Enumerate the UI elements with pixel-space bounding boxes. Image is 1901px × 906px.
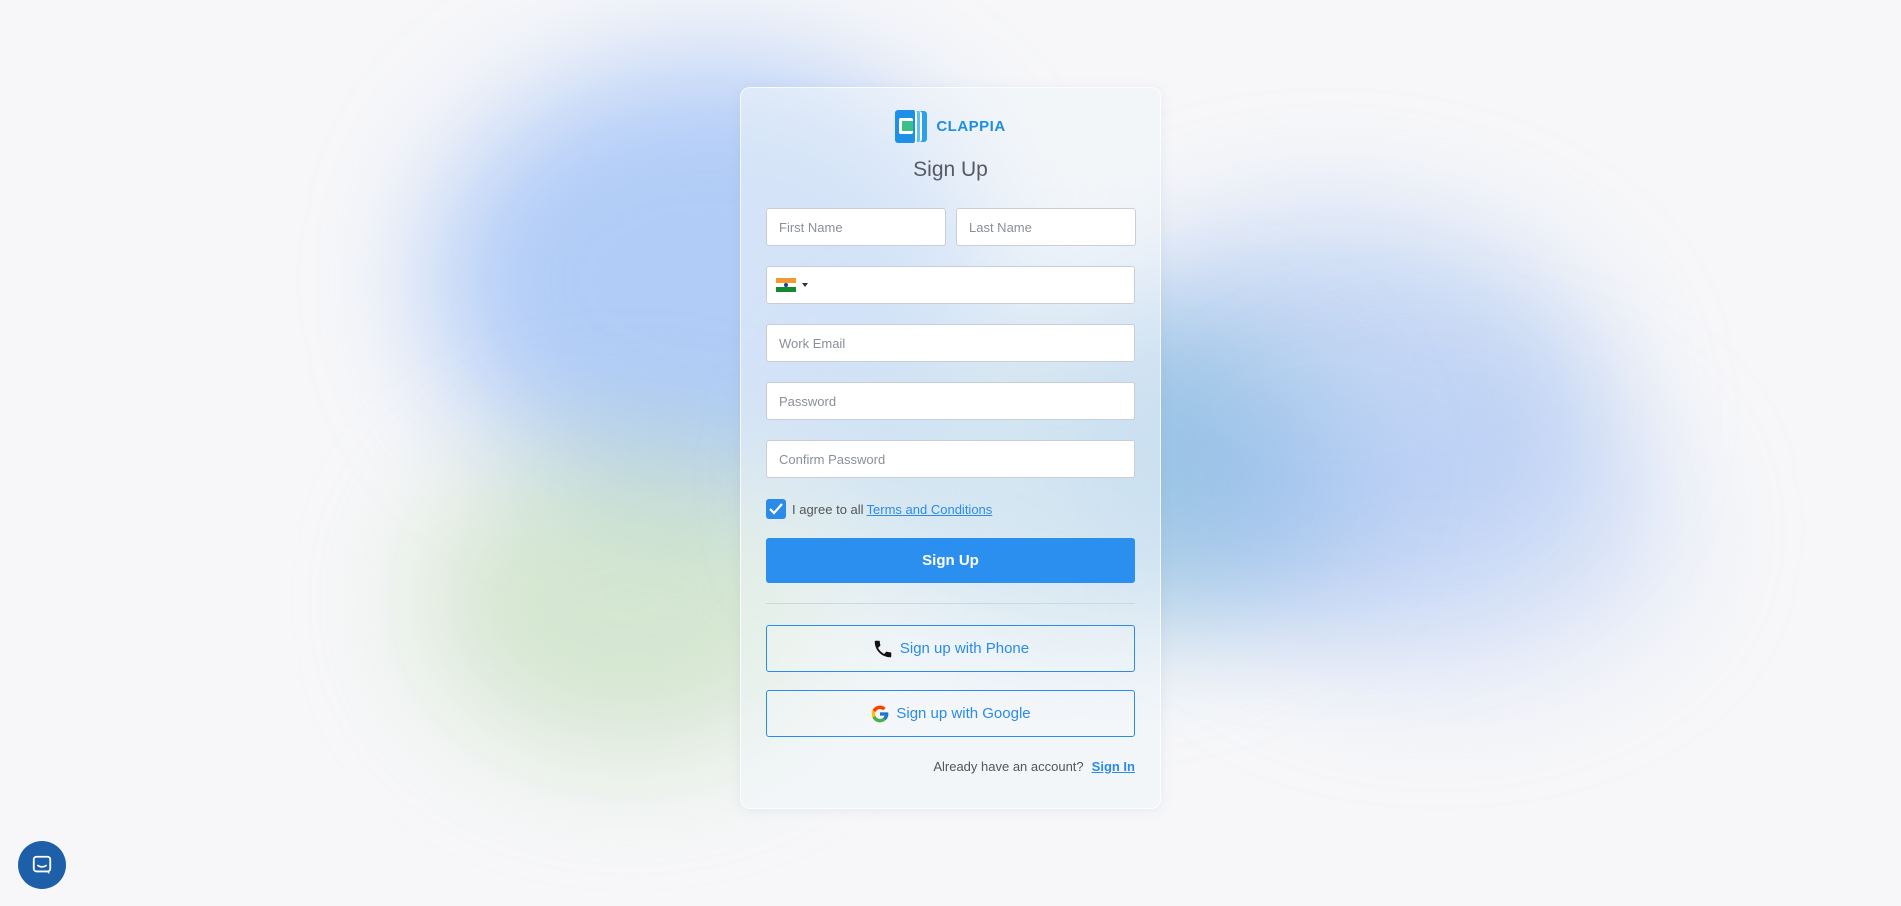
chat-icon (32, 855, 52, 875)
terms-link[interactable]: Terms and Conditions (867, 502, 993, 517)
signup-with-phone-button[interactable]: Sign up with Phone (766, 625, 1135, 672)
country-dropdown-caret-icon[interactable] (802, 283, 808, 287)
india-flag-icon[interactable] (776, 278, 796, 293)
background-blob (1200, 380, 1680, 680)
confirm-password-field[interactable] (766, 440, 1135, 478)
divider (766, 603, 1135, 604)
signin-row: Already have an account? Sign In (766, 759, 1135, 774)
work-email-field[interactable] (766, 324, 1135, 362)
signin-link[interactable]: Sign In (1092, 759, 1135, 774)
signup-button[interactable]: Sign Up (766, 538, 1135, 583)
phone-number-input[interactable] (816, 268, 1134, 302)
terms-row: I agree to all Terms and Conditions (766, 498, 1135, 520)
page-title: Sign Up (913, 158, 988, 181)
password-field[interactable] (766, 382, 1135, 420)
brand-name: CLAPPIA (936, 117, 1006, 135)
first-name-field[interactable] (766, 208, 946, 246)
signup-card: CLAPPIA Sign Up I agree to all Terms and… (740, 87, 1161, 809)
phone-icon (872, 638, 894, 660)
signup-with-google-label: Sign up with Google (896, 705, 1031, 722)
name-row (766, 208, 1136, 246)
clappia-logo-icon (895, 109, 928, 143)
terms-checkbox[interactable] (766, 499, 786, 519)
logo: CLAPPIA (766, 108, 1135, 144)
chat-launcher-button[interactable] (18, 841, 66, 889)
google-icon (870, 704, 890, 724)
signin-question: Already have an account? (933, 759, 1084, 774)
phone-field (766, 266, 1135, 304)
terms-prefix: I agree to all (792, 501, 864, 517)
checkmark-icon (769, 503, 783, 515)
signup-with-google-button[interactable]: Sign up with Google (766, 690, 1135, 737)
last-name-field[interactable] (956, 208, 1136, 246)
signup-with-phone-label: Sign up with Phone (899, 640, 1030, 657)
